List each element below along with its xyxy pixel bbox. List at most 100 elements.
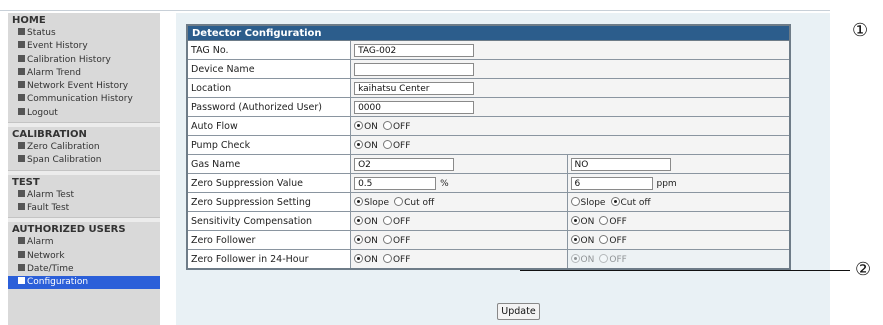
sidebar-item-label: Alarm Trend	[27, 67, 81, 78]
device-name-input[interactable]	[354, 62, 475, 76]
pump-check-on-radio[interactable]	[354, 139, 364, 149]
sidebar-item-date-time[interactable]: Date/Time	[8, 263, 160, 276]
radio-label: OFF	[392, 121, 411, 132]
bullet-icon	[18, 250, 25, 258]
sidebar-item-logout[interactable]: Logout	[8, 107, 160, 120]
row-label: Password (Authorized User)	[186, 97, 352, 117]
location-input[interactable]: kaihatsu Center	[354, 81, 475, 95]
radio-label: OFF	[392, 235, 411, 246]
row-label: Pump Check	[186, 135, 352, 155]
sidebar-item-label: Configuration	[27, 277, 89, 288]
sidebar-item-alarm-trend[interactable]: Alarm Trend	[8, 67, 160, 80]
config-table-wrap: Detector Configuration TAG No. TAG-002 D…	[186, 24, 791, 270]
table-row: TAG No. TAG-002	[186, 40, 791, 60]
bullet-icon	[18, 28, 25, 35]
sidebar-item-label: Date/Time	[27, 263, 74, 274]
sidebar-item-calibration-history[interactable]: Calibration History	[8, 54, 160, 67]
sidebar: HOME Status Event History Calibration Hi…	[8, 13, 160, 325]
row-label: Gas Name	[186, 154, 352, 174]
sidebar-item-label: Status	[27, 28, 56, 38]
sensitivity-off-radio-1[interactable]	[382, 215, 392, 225]
sidebar-item-network[interactable]: Network	[8, 250, 160, 263]
table-row: Pump Check ON OFF	[186, 135, 791, 155]
row-label: Sensitivity Compensation	[186, 211, 352, 231]
sensitivity-on-radio-2[interactable]	[570, 215, 580, 225]
sidebar-item-label: Alarm Test	[27, 189, 75, 200]
row-label: Location	[186, 78, 352, 98]
bullet-icon	[18, 81, 25, 89]
row-label: Auto Flow	[186, 116, 352, 136]
sidebar-item-span-calibration[interactable]: Span Calibration	[8, 154, 160, 167]
zero-supp-cutoff-radio-2[interactable]	[610, 196, 620, 206]
sidebar-section-title: AUTHORIZED USERS	[12, 224, 126, 236]
bullet-icon	[18, 41, 25, 49]
zero-supp-value-input-2[interactable]: 6	[570, 176, 653, 190]
tag-no-input[interactable]: TAG-002	[354, 43, 475, 57]
sidebar-section-test: TEST Alarm Test Fault Test	[8, 175, 160, 216]
radio-label: ON	[580, 254, 595, 265]
gas-name-input-1[interactable]: O2	[354, 157, 455, 171]
sidebar-item-label: Network Event History	[27, 81, 129, 92]
callout-2: ②	[855, 259, 872, 280]
radio-label: Slope	[364, 197, 390, 208]
table-row: Location kaihatsu Center	[186, 78, 791, 98]
zero-follower-on-radio-2[interactable]	[570, 234, 580, 244]
zero-follower-24-on-radio-1[interactable]	[354, 253, 364, 263]
radio-label: Slope	[580, 197, 606, 208]
radio-label: OFF	[609, 254, 627, 265]
radio-label: OFF	[609, 235, 627, 246]
zero-follower-24-off-radio-2	[599, 253, 609, 263]
zero-follower-on-radio-1[interactable]	[354, 234, 364, 244]
zero-supp-value-input-1[interactable]: 0.5	[354, 176, 437, 190]
auto-flow-off-radio[interactable]	[382, 120, 392, 130]
callout-leader-line	[520, 270, 850, 271]
radio-label: OFF	[392, 140, 411, 151]
sensitivity-on-radio-1[interactable]	[354, 215, 364, 225]
zero-follower-off-radio-2[interactable]	[599, 234, 609, 244]
password-input[interactable]: 0000	[354, 100, 475, 114]
row-label: Zero Suppression Setting	[186, 192, 352, 212]
sidebar-item-event-history[interactable]: Event History	[8, 40, 160, 53]
radio-label: OFF	[609, 216, 627, 227]
table-header: Detector Configuration	[186, 24, 791, 41]
table-row: Password (Authorized User) 0000	[186, 97, 791, 117]
bullet-icon	[18, 94, 25, 102]
sidebar-item-label: Logout	[27, 107, 58, 118]
row-label: TAG No.	[186, 40, 352, 60]
bullet-icon	[18, 107, 25, 115]
radio-label: ON	[364, 140, 378, 151]
table-row: Auto Flow ON OFF	[186, 116, 791, 136]
unit-label: %	[440, 178, 449, 189]
table-row: Zero Suppression Setting Slope Cut off S…	[186, 192, 791, 212]
sensitivity-off-radio-2[interactable]	[599, 215, 609, 225]
row-label: Zero Suppression Value	[186, 173, 352, 193]
sidebar-item-alarm[interactable]: Alarm	[8, 236, 160, 249]
sidebar-item-label: Event History	[27, 41, 88, 52]
sidebar-section-calibration: CALIBRATION Zero Calibration Span Calibr…	[8, 127, 160, 168]
zero-supp-slope-radio-1[interactable]	[354, 196, 364, 206]
sidebar-item-zero-calibration[interactable]: Zero Calibration	[8, 141, 160, 154]
zero-supp-slope-radio-2[interactable]	[570, 196, 580, 206]
sidebar-item-status[interactable]: Status	[8, 27, 160, 40]
sidebar-item-label: Calibration History	[27, 54, 111, 65]
zero-follower-off-radio-1[interactable]	[382, 234, 392, 244]
radio-label: ON	[364, 235, 378, 246]
pump-check-off-radio[interactable]	[382, 139, 392, 149]
auto-flow-on-radio[interactable]	[354, 120, 364, 130]
sidebar-item-network-event-history[interactable]: Network Event History	[8, 80, 160, 93]
zero-follower-24-off-radio-1[interactable]	[382, 253, 392, 263]
sidebar-section-title: TEST	[12, 176, 40, 188]
radio-label: ON	[364, 254, 378, 265]
sidebar-item-communication-history[interactable]: Communication History	[8, 93, 160, 106]
zero-supp-cutoff-radio-1[interactable]	[394, 196, 404, 206]
bullet-icon	[18, 142, 25, 150]
row-label: Device Name	[186, 59, 352, 79]
sidebar-item-label: Communication History	[27, 94, 133, 105]
update-button[interactable]: Update	[497, 303, 540, 320]
sidebar-item-fault-test[interactable]: Fault Test	[8, 202, 160, 215]
gas-name-input-2[interactable]: NO	[570, 157, 671, 171]
radio-label: OFF	[392, 216, 411, 227]
sidebar-section-title: CALIBRATION	[12, 129, 87, 141]
sidebar-item-configuration[interactable]: Configuration	[8, 276, 160, 290]
sidebar-item-alarm-test[interactable]: Alarm Test	[8, 189, 160, 202]
